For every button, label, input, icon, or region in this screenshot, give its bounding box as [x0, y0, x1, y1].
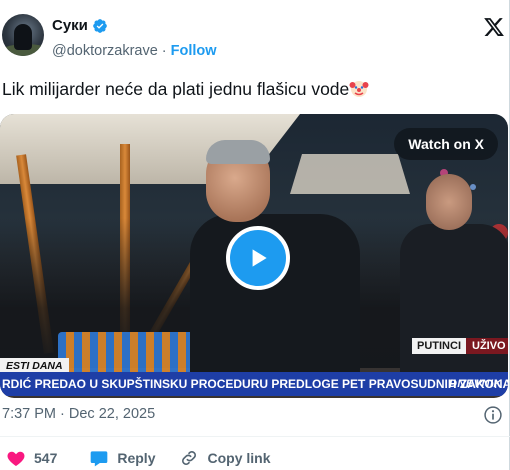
play-icon — [252, 249, 267, 267]
tweet-body: Lik milijarder neće da plati jednu flaši… — [2, 79, 350, 99]
tweet-card: Суки @doktorzakrave · Follow Lik milijar… — [0, 0, 510, 470]
action-bar: 547 Reply Copy link — [0, 447, 510, 469]
author-handle[interactable]: @doktorzakrave — [52, 43, 158, 59]
divider — [0, 436, 510, 437]
author-handle-row: @doktorzakrave · Follow — [52, 43, 217, 59]
clown-face-icon — [349, 81, 369, 97]
heart-icon — [7, 451, 25, 466]
link-icon — [182, 451, 197, 465]
follow-button[interactable]: Follow — [171, 43, 217, 59]
reply-button[interactable]: Reply — [89, 448, 155, 468]
ticker-text: RDIĆ PREDAO U SKUPŠTINSKU PROCEDURU PRED… — [2, 377, 508, 391]
reply-bubble-icon — [91, 451, 108, 467]
tweet-text: Lik milijarder neće da plati jednu flaši… — [2, 78, 369, 100]
video-scene-bottles — [58, 332, 208, 372]
copy-link-button[interactable]: Copy link — [179, 448, 271, 468]
copy-link-label: Copy link — [207, 450, 271, 466]
broadcaster-logo: DNEVNIK — [448, 378, 502, 390]
author-name-row: Суки — [52, 17, 108, 34]
tweet-timestamp[interactable]: 7:37 PM · Dec 22, 2025 — [2, 406, 155, 422]
play-button[interactable] — [226, 226, 290, 290]
live-label: UŽIVO — [466, 338, 508, 354]
location-label: PUTINCI — [412, 338, 466, 354]
author-avatar[interactable] — [2, 14, 44, 56]
author-display-name[interactable]: Суки — [52, 17, 88, 34]
reply-label: Reply — [117, 450, 156, 466]
video-player[interactable]: Watch on X PUTINCI UŽIVO ESTI DANA RDIĆ … — [0, 114, 508, 398]
like-count: 547 — [34, 450, 58, 466]
like-button[interactable]: 547 — [6, 448, 57, 468]
watch-on-x-button[interactable]: Watch on X — [394, 128, 498, 160]
x-logo-icon[interactable] — [483, 16, 505, 38]
news-ticker: RDIĆ PREDAO U SKUPŠTINSKU PROCEDURU PRED… — [0, 372, 508, 396]
info-icon[interactable] — [483, 405, 503, 425]
verified-badge-icon — [93, 18, 107, 33]
video-location-tag: PUTINCI UŽIVO — [412, 338, 508, 354]
separator-dot: · — [161, 43, 167, 59]
